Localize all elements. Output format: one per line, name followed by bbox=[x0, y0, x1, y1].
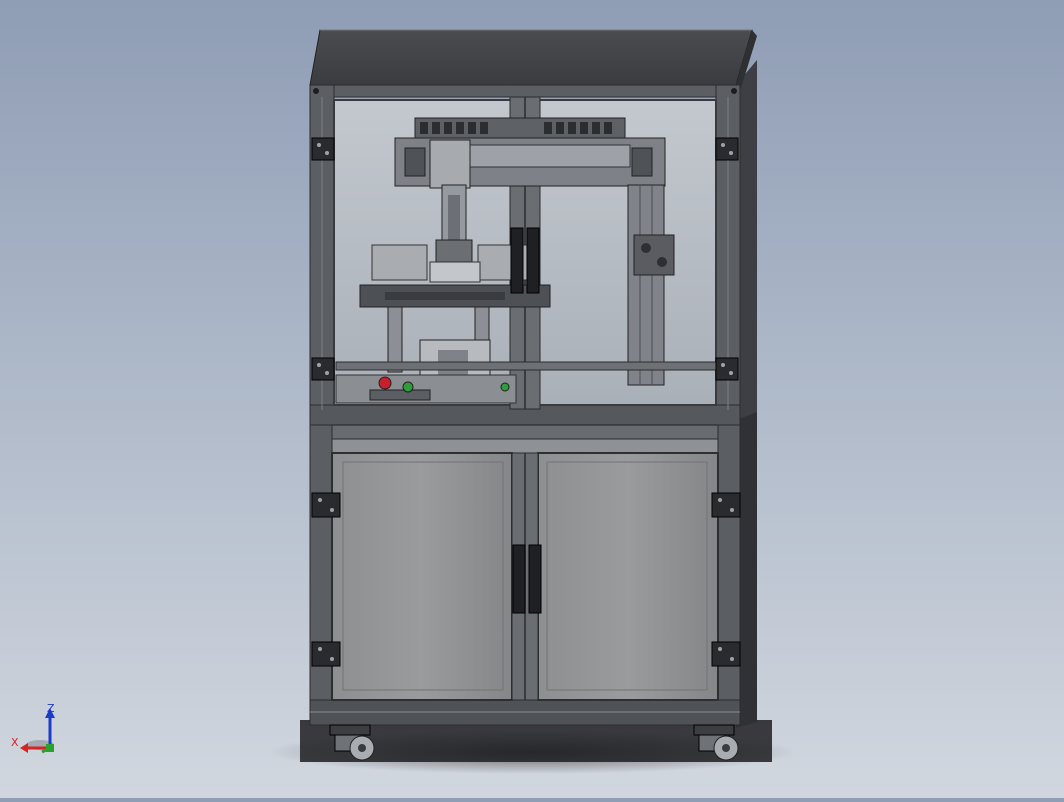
cad-viewport[interactable]: Z X bbox=[0, 0, 1064, 798]
cabinet-roof bbox=[309, 29, 753, 86]
z-axis-label: Z bbox=[47, 702, 55, 715]
gantry-axis bbox=[394, 117, 666, 189]
middle-beam bbox=[309, 424, 741, 454]
start-button bbox=[402, 381, 414, 393]
estop-button bbox=[378, 376, 392, 390]
machine-drawing: Z X bbox=[11, 29, 797, 774]
x-axis-label: X bbox=[11, 736, 19, 749]
coordinate-triad: Z X bbox=[11, 702, 55, 754]
control-panel bbox=[335, 374, 517, 404]
